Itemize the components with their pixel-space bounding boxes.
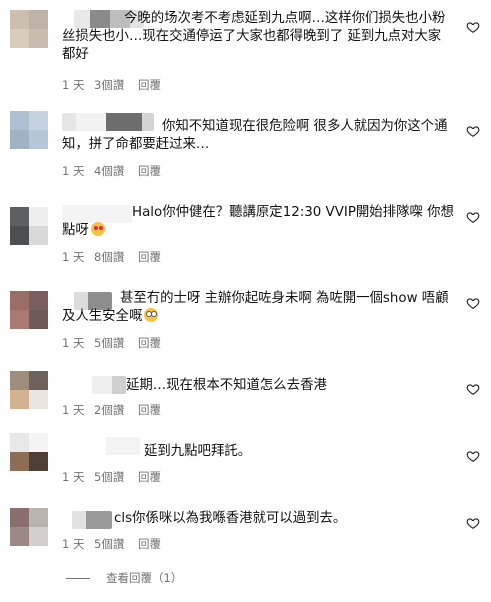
like-heart-icon[interactable] [466, 516, 480, 530]
like-heart-icon[interactable] [466, 449, 480, 463]
heart-eyes-emoji-icon [90, 222, 105, 236]
comment-time[interactable]: 1 天 [62, 249, 94, 265]
comment-text: 延期…现在根本不知道怎么去香港 [126, 378, 327, 393]
avatar[interactable] [10, 207, 48, 245]
comment-meta: 1 天 5個讚 回覆 [62, 335, 161, 351]
comment-likes[interactable]: 8個讚 [94, 249, 138, 265]
avatar[interactable] [10, 508, 48, 546]
avatar[interactable] [10, 291, 48, 329]
comment-time[interactable]: 1 天 [62, 335, 94, 351]
comment-time[interactable]: 1 天 [62, 77, 94, 93]
comment-likes[interactable]: 5個讚 [94, 469, 138, 485]
avatar[interactable] [10, 371, 48, 409]
comment-meta: 1 天 5個讚 回覆 [62, 536, 161, 552]
avatar[interactable] [10, 10, 48, 48]
like-heart-icon[interactable] [466, 20, 480, 34]
rolling-eyes-emoji-icon [144, 308, 159, 322]
comment-text-body: 甚至冇的士呀 主辦你起咗身未啊 為咗開一個show 唔顧及人生安全嘅 [62, 291, 449, 324]
comment-text: 你知不知道现在很危险啊 很多人就因为你这个通知，拼了命都要赶过来… [62, 119, 448, 152]
like-heart-icon[interactable] [466, 382, 480, 396]
reply-button[interactable]: 回覆 [138, 402, 161, 418]
comment-likes[interactable]: 4個讚 [94, 163, 138, 179]
comment-time[interactable]: 1 天 [62, 536, 94, 552]
comment-text: 甚至冇的士呀 主辦你起咗身未啊 為咗開一個show 唔顧及人生安全嘅 [62, 290, 454, 326]
comment-likes[interactable]: 5個讚 [94, 335, 138, 351]
like-heart-icon[interactable] [466, 124, 480, 138]
reply-button[interactable]: 回覆 [138, 469, 161, 485]
comment-time[interactable]: 1 天 [62, 163, 94, 179]
comment-text: Halo你仲健在？聽講原定12:30 VVIP開始排隊㗎 你想點呀 [62, 204, 454, 240]
comment-likes[interactable]: 5個讚 [94, 536, 138, 552]
avatar[interactable] [10, 433, 48, 471]
reply-button[interactable]: 回覆 [138, 536, 161, 552]
like-heart-icon[interactable] [466, 210, 480, 224]
comment-text: cls你係咪以為我喺香港就可以過到去。 [114, 511, 347, 526]
reply-button[interactable]: 回覆 [138, 163, 161, 179]
comment-meta: 1 天 2個讚 回覆 [62, 402, 161, 418]
comment-text: 延到九點吧拜託。 [144, 444, 252, 459]
reply-button[interactable]: 回覆 [138, 249, 161, 265]
reply-button[interactable]: 回覆 [138, 77, 161, 93]
divider-line [66, 577, 90, 579]
comment-meta: 1 天 3個讚 回覆 [62, 77, 161, 93]
avatar[interactable] [10, 111, 48, 149]
comment-meta: 1 天 4個讚 回覆 [62, 163, 161, 179]
comment-time[interactable]: 1 天 [62, 402, 94, 418]
comment-time[interactable]: 1 天 [62, 469, 94, 485]
comment-likes[interactable]: 3個讚 [94, 77, 138, 93]
reply-button[interactable]: 回覆 [138, 335, 161, 351]
comment-meta: 1 天 5個讚 回覆 [62, 469, 161, 485]
comment-text: 今晚的场次考不考虑延到九点啊…这样你们损失也小粉丝损失也小…现在交通停运了大家也… [62, 11, 446, 62]
like-heart-icon[interactable] [466, 296, 480, 310]
view-replies-button[interactable]: 查看回覆（1） [66, 570, 182, 586]
comment-likes[interactable]: 2個讚 [94, 402, 138, 418]
comment-text-body: Halo你仲健在？聽講原定12:30 VVIP開始排隊㗎 你想點呀 [62, 205, 454, 238]
comment-meta: 1 天 8個讚 回覆 [62, 249, 161, 265]
view-replies-label: 查看回覆（1） [106, 571, 183, 585]
